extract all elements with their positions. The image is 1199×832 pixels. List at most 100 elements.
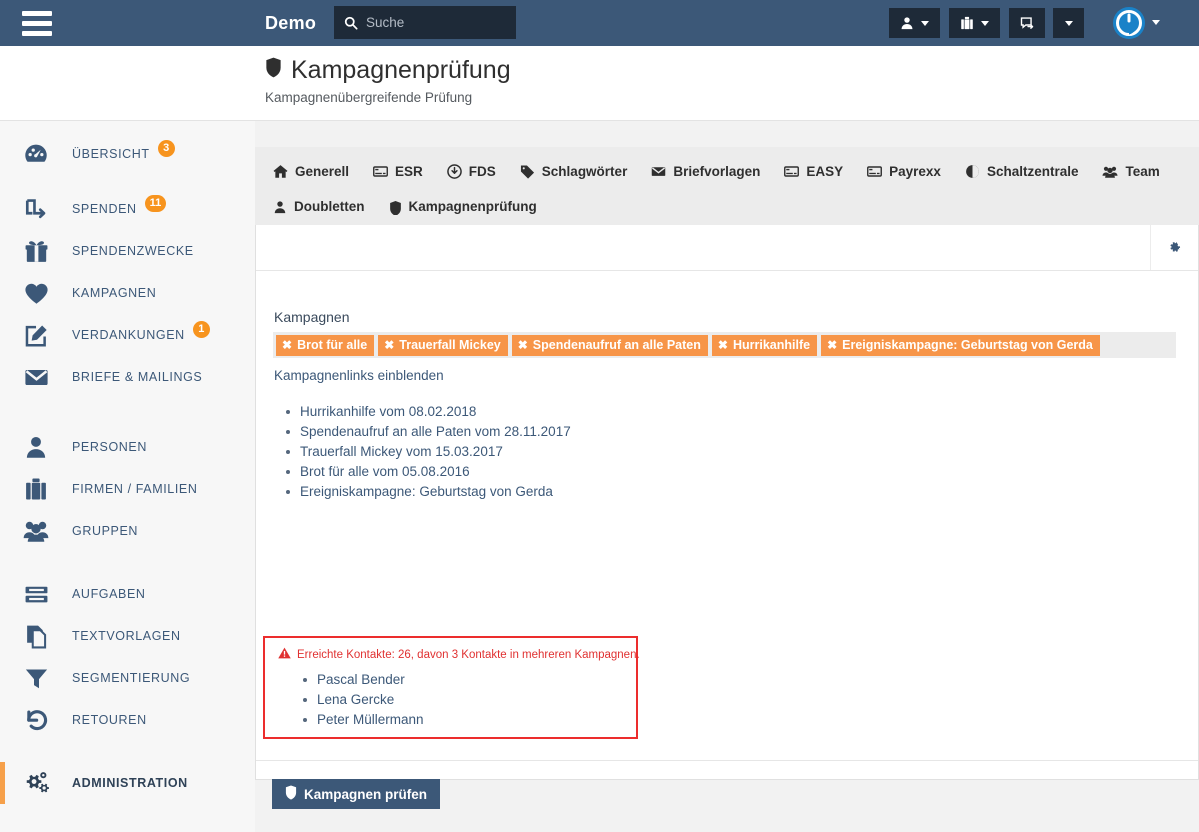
gears-icon [0, 770, 72, 796]
tab-row-primary: Generell ESR FDS Schlagwörter Briefvorlagen E… [255, 159, 1199, 184]
campaign-tag[interactable]: ✖ Ereigniskampagne: Geburtstag von Gerda [821, 334, 1100, 356]
sidebar-item-kampagnen[interactable]: KAMPAGNEN [0, 272, 255, 314]
heart-icon [0, 281, 72, 306]
page-subtitle: Kampagnenübergreifende Prüfung [265, 90, 473, 105]
tab-label: Schaltzentrale [986, 164, 1079, 179]
main-content: Generell ESR FDS Schlagwörter Briefvorlagen E… [255, 121, 1199, 832]
tab-schlagw-rter[interactable]: Schlagwörter [520, 159, 628, 184]
sidebar-item-administration[interactable]: ADMINISTRATION [0, 762, 255, 804]
warning-box: Erreichte Kontakte: 26, davon 3 Kontakte… [263, 636, 640, 739]
campaign-tag[interactable]: ✖ Spendenaufruf an alle Paten [511, 334, 708, 356]
card-icon [867, 164, 883, 179]
sidebar-item-label: SPENDENZWECKE [72, 244, 194, 258]
tab-doubletten[interactable]: Doubletten [273, 194, 365, 219]
campaign-list-item: Hurrikanhilfe vom 08.02.2018 [278, 402, 571, 422]
page-title-band: Kampagnenprüfung Kampagnenübergreifende … [0, 46, 1199, 121]
envelope-icon [651, 164, 666, 179]
sidebar-item-textvorlagen[interactable]: TEXTVORLAGEN [0, 615, 255, 657]
account-logo-button[interactable] [1112, 6, 1146, 40]
sidebar-item-verdankungen[interactable]: VERDANKUNGEN 1 [0, 314, 255, 356]
tab-briefvorlagen[interactable]: Briefvorlagen [651, 159, 760, 184]
panel-header [256, 225, 1198, 271]
campaign-tag-label: Ereigniskampagne: Geburtstag von Gerda [842, 338, 1093, 352]
sidebar-item-label: FIRMEN / FAMILIEN [72, 482, 198, 496]
person-icon [900, 16, 914, 30]
campaign-tag[interactable]: ✖ Trauerfall Mickey [378, 334, 508, 356]
home-icon [273, 164, 288, 179]
sidebar-item-label: KAMPAGNEN [72, 286, 157, 300]
campaign-check-panel: Kampagnen ✖ Brot für alle ✖ Trauerfall Mick… [255, 225, 1199, 809]
tasks-icon [0, 582, 72, 607]
campaign-tag-label: Hurrikanhilfe [732, 338, 811, 352]
tab-generell[interactable]: Generell [273, 159, 349, 184]
shield-icon [389, 199, 402, 215]
sidebar-item-retouren[interactable]: RETOUREN [0, 699, 255, 741]
sidebar-item-label: AUFGABEN [72, 587, 146, 601]
sidebar-item-firmen-familien[interactable]: FIRMEN / FAMILIEN [0, 468, 255, 510]
sidebar-item-label: SPENDEN [72, 202, 137, 216]
hamburger-bar [22, 30, 52, 36]
donation-icon [0, 197, 72, 222]
tab-label: Payrexx [889, 164, 941, 179]
tab-label: Doubletten [294, 199, 365, 214]
campaign-list: Hurrikanhilfe vom 08.02.2018 Spendenaufru… [278, 402, 571, 502]
tab-fds[interactable]: FDS [446, 159, 496, 184]
sidebar-item-aufgaben[interactable]: AUFGABEN [0, 573, 255, 615]
briefcase-menu-button[interactable] [949, 8, 1000, 38]
remove-tag-icon[interactable]: ✖ [384, 339, 394, 351]
edit-note-icon [0, 323, 72, 348]
sidebar-item-spenden[interactable]: SPENDEN 11 [0, 188, 255, 230]
sidebar-item-segmentierung[interactable]: SEGMENTIERUNG [0, 657, 255, 699]
warning-triangle-icon [278, 647, 291, 662]
tab-payrexx[interactable]: Payrexx [867, 159, 941, 184]
chevron-down-icon [921, 20, 929, 26]
sidebar-item-personen[interactable]: PERSONEN [0, 426, 255, 468]
hamburger-menu-icon[interactable] [0, 0, 74, 46]
account-menu-chevron-icon[interactable] [1152, 20, 1160, 25]
page-title-text: Kampagnenprüfung [291, 56, 511, 84]
tab-schaltzentrale[interactable]: Schaltzentrale [965, 159, 1079, 184]
sidebar-item-gruppen[interactable]: GRUPPEN [0, 510, 255, 552]
sidebar-item-label: ÜBERSICHT [72, 147, 150, 161]
comment-button[interactable] [1009, 8, 1045, 38]
remove-tag-icon[interactable]: ✖ [827, 339, 837, 351]
gift-icon [0, 239, 72, 264]
more-menu-button[interactable] [1053, 8, 1084, 38]
remove-tag-icon[interactable]: ✖ [718, 339, 728, 351]
card-icon [373, 164, 388, 179]
toggle-campaign-links[interactable]: Kampagnenlinks einblenden [274, 368, 444, 383]
shield-icon [285, 785, 297, 803]
tab-team[interactable]: Team [1102, 159, 1160, 184]
campaign-tag-field[interactable]: ✖ Brot für alle ✖ Trauerfall Mickey ✖ Spenden… [273, 332, 1176, 358]
comment-arrow-icon [1020, 16, 1035, 31]
campaign-list-item: Spendenaufruf an alle Paten vom 28.11.20… [278, 422, 571, 442]
group-icon [0, 518, 72, 544]
tab-kampagnenpr-fung[interactable]: Kampagnenprüfung [389, 194, 537, 219]
sidebar-item-briefe-mailings[interactable]: BRIEFE & MAILINGS [0, 356, 255, 398]
tab-esr[interactable]: ESR [373, 159, 423, 184]
brand-logo[interactable]: Demo [265, 0, 316, 46]
remove-tag-icon[interactable]: ✖ [518, 339, 528, 351]
gear-icon[interactable] [1150, 225, 1198, 270]
remove-tag-icon[interactable]: ✖ [282, 339, 292, 351]
contact-list-item: Lena Gercke [295, 690, 424, 710]
hamburger-bar [22, 10, 52, 16]
duplicate-contacts-list: Pascal Bender Lena Gercke Peter Müllermann [295, 670, 424, 730]
hamburger-bar [22, 20, 52, 26]
campaign-tag[interactable]: ✖ Hurrikanhilfe [711, 334, 818, 356]
search-input[interactable]: Suche [334, 6, 516, 39]
check-campaigns-button[interactable]: Kampagnen prüfen [272, 779, 441, 809]
search-icon [344, 16, 358, 30]
tab-label: Kampagnenprüfung [408, 199, 537, 214]
tab-label: Generell [295, 164, 350, 179]
tab-easy[interactable]: EASY [784, 159, 843, 184]
panel-divider [256, 760, 1198, 761]
tab-label: Schlagwörter [541, 164, 628, 179]
person-menu-button[interactable] [889, 8, 940, 38]
campaign-tag-label: Spendenaufruf an alle Paten [532, 338, 701, 352]
campaign-tag[interactable]: ✖ Brot für alle [276, 334, 375, 356]
contact-list-item: Pascal Bender [295, 670, 424, 690]
sidebar-item-spendenzwecke[interactable]: SPENDENZWECKE [0, 230, 255, 272]
sidebar-item-bersicht[interactable]: ÜBERSICHT 3 [0, 133, 255, 175]
user-icon [0, 435, 72, 459]
